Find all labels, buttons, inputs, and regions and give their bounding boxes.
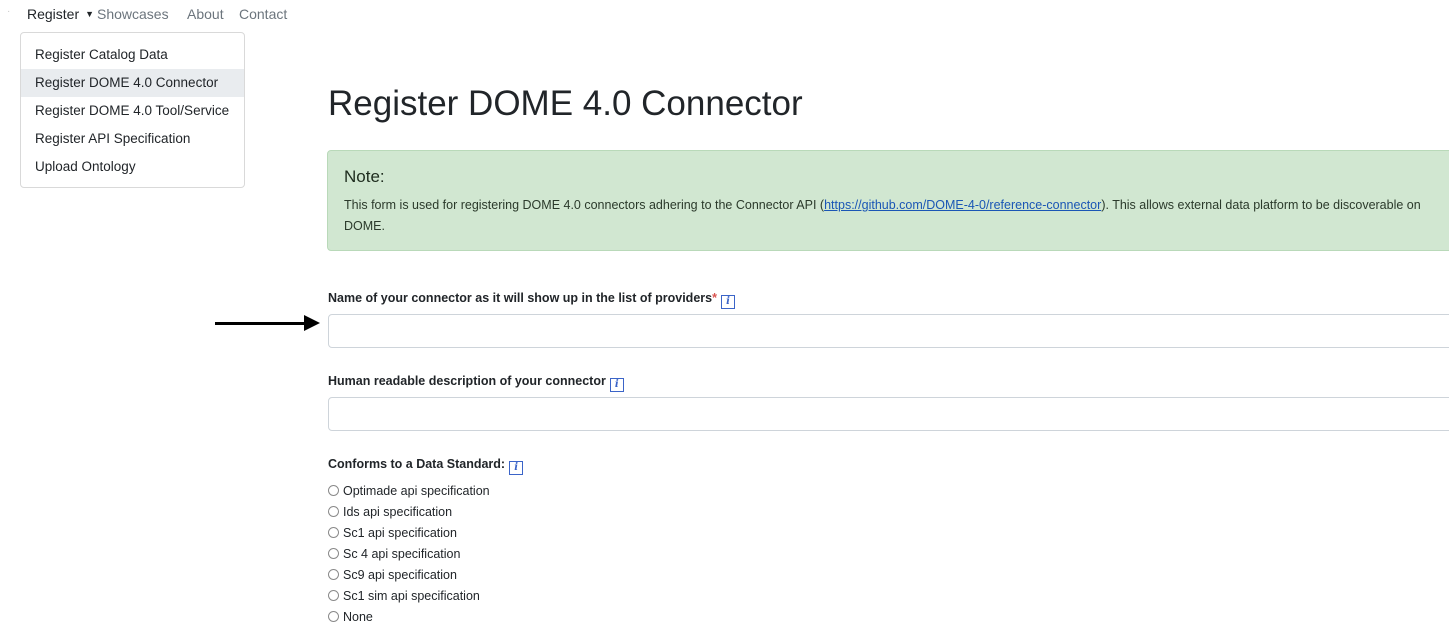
arrow-right-icon-shaft <box>215 322 307 325</box>
radio-option-sc9[interactable]: Sc9 api specification <box>328 565 490 586</box>
radio-option-label: Sc 4 api specification <box>343 547 461 561</box>
nav-about-link[interactable]: About <box>187 6 224 22</box>
connector-description-label: Human readable description of your conne… <box>328 374 624 392</box>
data-standard-label: Conforms to a Data Standard: i <box>328 457 524 475</box>
radio-option-none[interactable]: None <box>328 607 490 623</box>
radio-option-optimade[interactable]: Optimade api specification <box>328 481 490 502</box>
dropdown-item-register-dome-tool-service[interactable]: Register DOME 4.0 Tool/Service <box>21 97 244 125</box>
dropdown-item-register-catalog-data[interactable]: Register Catalog Data <box>21 41 244 69</box>
radio-button[interactable] <box>328 506 339 517</box>
connector-name-label-text: Name of your connector as it will show u… <box>328 291 713 305</box>
radio-button[interactable] <box>328 527 339 538</box>
info-icon[interactable]: i <box>720 295 735 309</box>
arrow-right-icon <box>304 315 320 331</box>
radio-option-sc4[interactable]: Sc 4 api specification <box>328 544 490 565</box>
required-asterisk: * <box>712 291 717 305</box>
radio-option-ids[interactable]: Ids api specification <box>328 502 490 523</box>
connector-description-label-text: Human readable description of your conne… <box>328 374 606 388</box>
info-icon[interactable]: i <box>509 461 524 475</box>
connector-description-input[interactable] <box>328 397 1449 431</box>
radio-option-sc1[interactable]: Sc1 api specification <box>328 523 490 544</box>
dropdown-item-register-api-specification[interactable]: Register API Specification <box>21 125 244 153</box>
info-icon[interactable]: i <box>609 378 624 392</box>
dropdown-item-register-dome-connector[interactable]: Register DOME 4.0 Connector <box>21 69 244 97</box>
radio-option-label: Sc9 api specification <box>343 568 457 582</box>
connector-name-input[interactable] <box>328 314 1449 348</box>
nav-showcases-link[interactable]: Showcases <box>97 6 169 22</box>
data-standard-label-text: Conforms to a Data Standard: <box>328 457 506 471</box>
nav-register-label: Register <box>27 6 80 22</box>
nav-bullet: · <box>7 6 11 17</box>
radio-option-label: Sc1 sim api specification <box>343 589 480 603</box>
radio-option-label: None <box>343 610 373 623</box>
radio-option-label: Sc1 api specification <box>343 526 457 540</box>
caret-down-icon: ▼ <box>85 9 95 19</box>
nav-register-dropdown[interactable]: Register ▼ <box>27 6 94 22</box>
connector-name-label: Name of your connector as it will show u… <box>328 291 735 309</box>
radio-option-sc1-sim[interactable]: Sc1 sim api specification <box>328 586 490 607</box>
data-standard-radio-group: Optimade api specification Ids api speci… <box>328 481 490 623</box>
connector-api-link[interactable]: https://github.com/DOME-4-0/reference-co… <box>824 198 1101 212</box>
radio-option-label: Ids api specification <box>343 505 453 519</box>
radio-button[interactable] <box>328 611 339 622</box>
dropdown-item-upload-ontology[interactable]: Upload Ontology <box>21 153 244 181</box>
radio-option-label: Optimade api specification <box>343 484 490 498</box>
note-text-before: This form is used for registering DOME 4… <box>344 198 825 212</box>
radio-button[interactable] <box>328 485 339 496</box>
nav-contact-link[interactable]: Contact <box>239 6 287 22</box>
register-dropdown-menu: Register Catalog Data Register DOME 4.0 … <box>20 32 245 188</box>
radio-button[interactable] <box>328 590 339 601</box>
radio-button[interactable] <box>328 569 339 580</box>
radio-button[interactable] <box>328 548 339 559</box>
note-title: Note: <box>344 167 385 186</box>
note-text: This form is used for registering DOME 4… <box>344 195 1449 237</box>
page-title: Register DOME 4.0 Connector <box>328 84 803 123</box>
top-navigation: · Register ▼ Showcases About Contact <box>0 0 400 30</box>
note-alert: Note: This form is used for registering … <box>327 150 1449 251</box>
